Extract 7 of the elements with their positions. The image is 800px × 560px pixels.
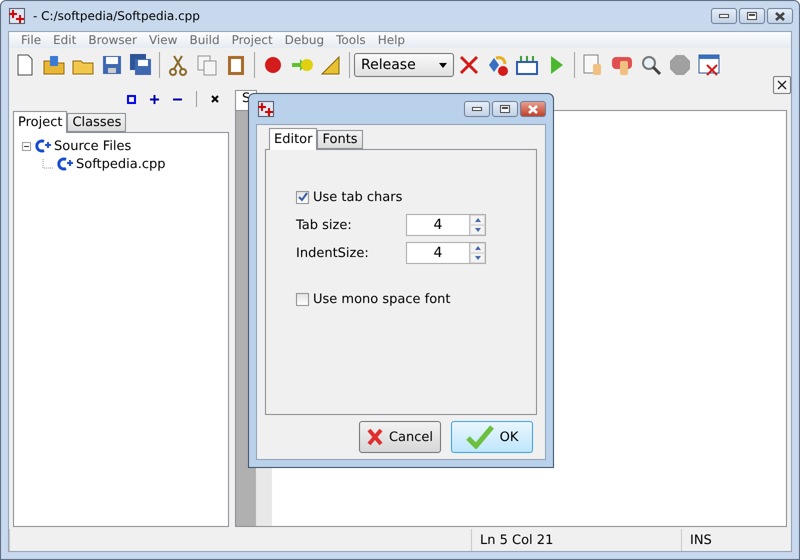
- checkbox-label: Use tab chars: [313, 190, 402, 204]
- status-cell: Ln 5 Col 21: [471, 529, 681, 551]
- field-label: IndentSize:: [296, 246, 370, 260]
- status-cell: INS: [681, 529, 791, 551]
- window-title: - C:/softpedia/Softpedia.cpp: [33, 9, 201, 23]
- checkbox-label: Use mono space font: [313, 292, 450, 306]
- field-label: Tab size:: [296, 218, 353, 232]
